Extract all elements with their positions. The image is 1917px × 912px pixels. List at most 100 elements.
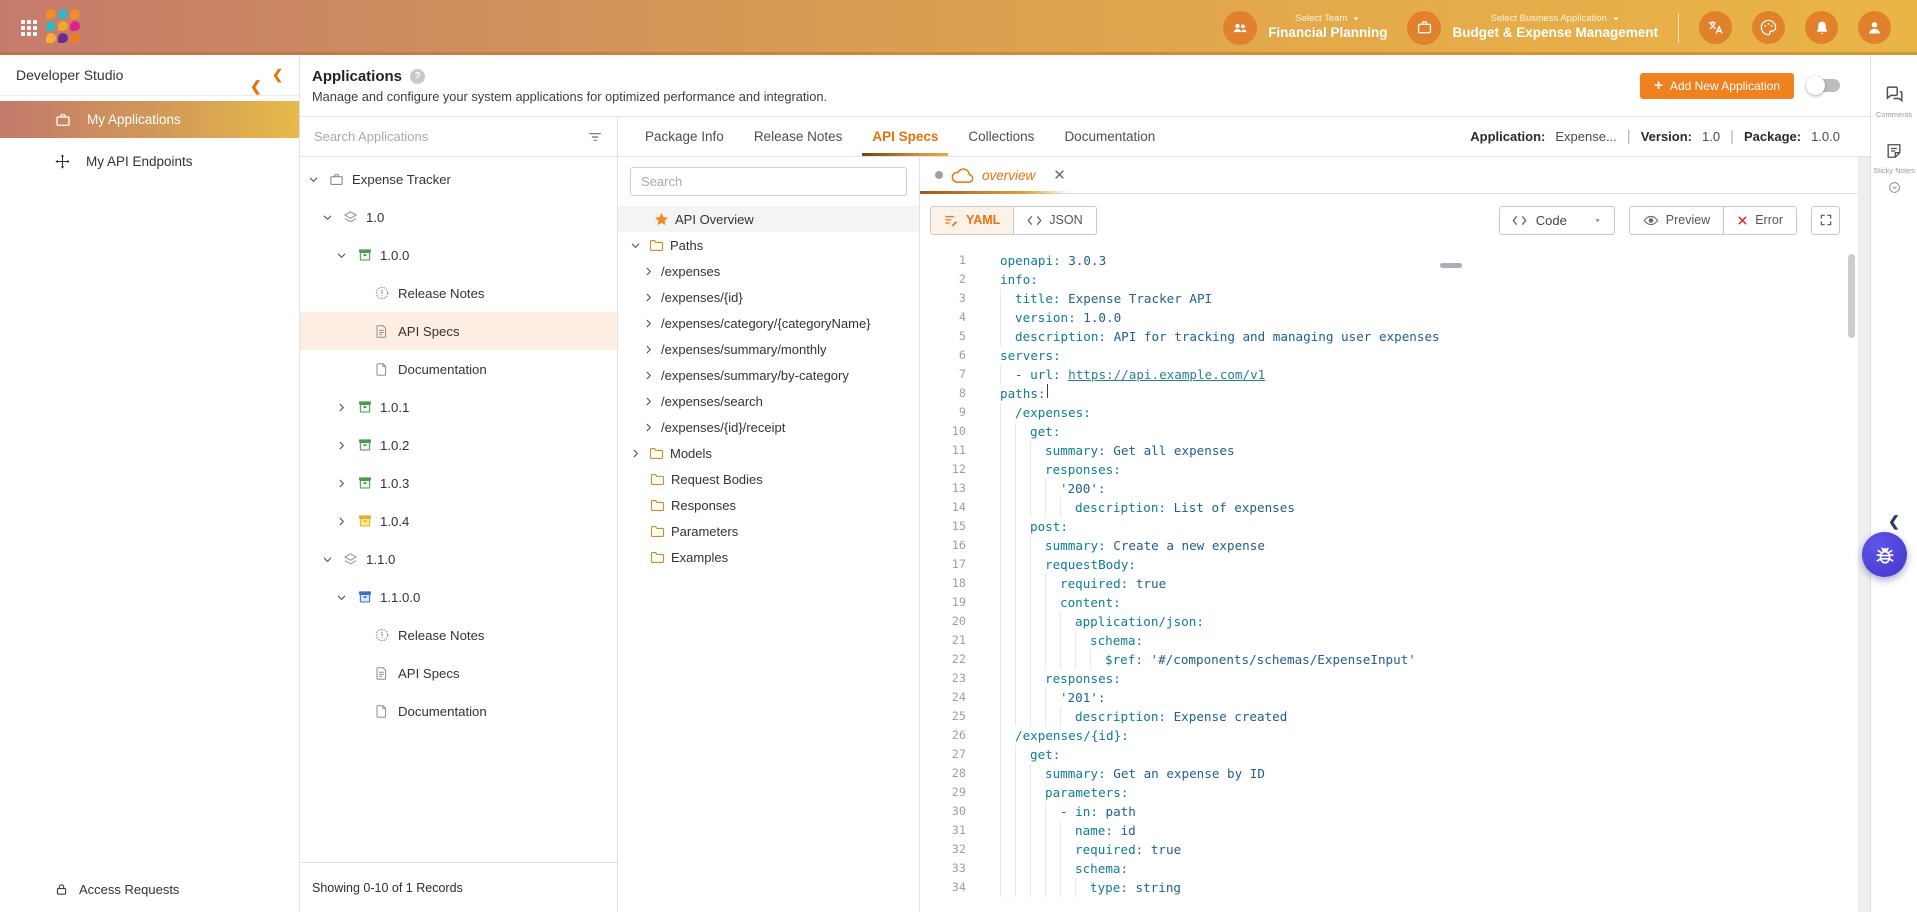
api-search-input[interactable] — [641, 174, 896, 189]
tree-item-1-1-0[interactable]: 1.1.0 — [300, 540, 617, 578]
yaml-code-area[interactable]: 1openapi: 3.0.32info:3title: Expense Tra… — [920, 246, 1858, 912]
boxgreen-icon — [356, 246, 380, 264]
api-tree-item-request-bodies[interactable]: Request Bodies — [618, 466, 919, 492]
team-selector[interactable]: Select Team Financial Planning — [1223, 11, 1387, 45]
api-tree-item-expenses-summary-by-category[interactable]: /expenses/summary/by-category — [618, 362, 919, 388]
access-requests-button[interactable]: Access Requests — [0, 866, 299, 912]
api-tree-item-models[interactable]: Models — [618, 440, 919, 466]
editor-tab-overview[interactable]: overview ✕ — [935, 166, 1066, 184]
tree-item-1-0-0[interactable]: 1.0.0 — [300, 236, 617, 274]
sidebar-item-my-api-endpoints[interactable]: My API Endpoints — [0, 143, 299, 180]
indent-guide — [1000, 536, 1015, 555]
chevron-down-icon[interactable] — [336, 250, 356, 261]
fullscreen-button[interactable] — [1811, 206, 1840, 235]
sidebar-collapse-chevron-icon[interactable]: ❮ — [272, 67, 283, 83]
api-tree-item-api-overview[interactable]: API Overview — [618, 206, 919, 232]
circle-chevron-icon[interactable] — [1888, 181, 1901, 194]
theme-button[interactable] — [1752, 11, 1785, 44]
tree-item-label: 1.0.4 — [380, 514, 409, 529]
indent-guide — [1000, 517, 1015, 536]
business-app-selector[interactable]: Select Business Application Budget & Exp… — [1407, 11, 1658, 45]
tab-package-info[interactable]: Package Info — [630, 117, 739, 156]
api-tree-item-examples[interactable]: Examples — [618, 544, 919, 570]
tree-item-label: Expense Tracker — [352, 172, 451, 187]
add-new-application-button[interactable]: + Add New Application — [1640, 73, 1794, 99]
api-tree-item-responses[interactable]: Responses — [618, 492, 919, 518]
indent-guide — [1015, 859, 1030, 878]
api-tree-item-expenses-search[interactable]: /expenses/search — [618, 388, 919, 414]
sidebar-item-label: My API Endpoints — [86, 154, 193, 169]
tab-api-specs[interactable]: API Specs — [857, 117, 953, 156]
chevron-right-icon[interactable] — [643, 318, 661, 329]
sidebar-item-my-applications[interactable]: My Applications — [0, 101, 299, 138]
sticky-notes-button[interactable]: Sticky Notes — [1873, 141, 1915, 175]
code-mode-dropdown[interactable]: Code — [1499, 206, 1615, 235]
api-tree-item-expenses-summary-monthly[interactable]: /expenses/summary/monthly — [618, 336, 919, 362]
api-tree-item-expenses-id-receipt[interactable]: /expenses/{id}/receipt — [618, 414, 919, 440]
notifications-button[interactable] — [1805, 11, 1838, 44]
app-launcher-icon[interactable] — [21, 20, 37, 36]
code-line-10: 10get: — [920, 422, 1858, 441]
tab-documentation[interactable]: Documentation — [1049, 117, 1170, 156]
tab-collections[interactable]: Collections — [953, 117, 1049, 156]
error-button[interactable]: Error — [1723, 207, 1796, 234]
tree-item-documentation[interactable]: Documentation — [300, 692, 617, 730]
rail-collapse-chevron-icon[interactable]: ❮ — [1871, 513, 1917, 530]
tree-item-1-0-4[interactable]: 1.0.4 — [300, 502, 617, 540]
chevron-down-icon[interactable] — [322, 554, 342, 565]
tree-item-api-specs[interactable]: API Specs — [300, 654, 617, 692]
tree-item-documentation[interactable]: Documentation — [300, 350, 617, 388]
indent-guide — [1000, 612, 1015, 631]
chevron-right-icon[interactable] — [336, 402, 356, 413]
profile-button[interactable] — [1858, 11, 1891, 44]
tree-item-release-notes[interactable]: Release Notes — [300, 616, 617, 654]
tree-item-1-1-0-0[interactable]: 1.1.0.0 — [300, 578, 617, 616]
tab-release-notes[interactable]: Release Notes — [739, 117, 858, 156]
chevron-right-icon[interactable] — [336, 440, 356, 451]
chevron-down-icon[interactable] — [336, 592, 356, 603]
help-icon[interactable]: ? — [410, 69, 425, 84]
json-button[interactable]: JSON — [1013, 207, 1095, 234]
tree-item-1-0-1[interactable]: 1.0.1 — [300, 388, 617, 426]
api-tree-item-parameters[interactable]: Parameters — [618, 518, 919, 544]
chevron-down-icon[interactable] — [322, 212, 342, 223]
panel-collapse-chevron-icon[interactable]: ❮ — [250, 78, 262, 95]
filter-icon[interactable] — [587, 129, 603, 145]
editor-scrollbar[interactable] — [1848, 254, 1855, 338]
close-icon[interactable]: ✕ — [1053, 166, 1066, 184]
api-tree-item-expenses[interactable]: /expenses — [618, 258, 919, 284]
preview-button[interactable]: Preview — [1630, 207, 1723, 234]
bell-icon — [1813, 19, 1831, 37]
doc-icon — [374, 362, 398, 377]
language-button[interactable] — [1699, 11, 1732, 44]
tree-item-release-notes[interactable]: Release Notes — [300, 274, 617, 312]
api-tree-item-expenses-category-categoryname[interactable]: /expenses/category/{categoryName} — [618, 310, 919, 336]
tree-item-1-0-3[interactable]: 1.0.3 — [300, 464, 617, 502]
chevron-right-icon[interactable] — [336, 516, 356, 527]
comments-button[interactable]: Comments — [1876, 83, 1912, 119]
chevron-right-icon[interactable] — [630, 448, 648, 459]
applications-search-input[interactable] — [314, 129, 587, 144]
brand-logo[interactable] — [46, 9, 84, 47]
tree-item-api-specs[interactable]: API Specs — [300, 312, 617, 350]
api-tree-item-expenses-id[interactable]: /expenses/{id} — [618, 284, 919, 310]
tree-item-expense-tracker[interactable]: Expense Tracker — [300, 160, 617, 198]
chevron-right-icon[interactable] — [643, 292, 661, 303]
chevron-down-icon[interactable] — [630, 240, 648, 251]
chevron-right-icon[interactable] — [643, 396, 661, 407]
indent-guide — [1000, 441, 1015, 460]
line-number: 32 — [920, 840, 1000, 859]
chevron-right-icon[interactable] — [643, 370, 661, 381]
indent-guide — [1060, 707, 1075, 726]
tree-item-1-0-2[interactable]: 1.0.2 — [300, 426, 617, 464]
chevron-down-icon[interactable] — [308, 174, 328, 185]
chevron-right-icon[interactable] — [336, 478, 356, 489]
chevron-right-icon[interactable] — [643, 344, 661, 355]
tree-item-1-0[interactable]: 1.0 — [300, 198, 617, 236]
chevron-right-icon[interactable] — [643, 266, 661, 277]
yaml-button[interactable]: YAML — [931, 207, 1013, 234]
api-tree-item-paths[interactable]: Paths — [618, 232, 919, 258]
chevron-right-icon[interactable] — [643, 422, 661, 433]
header-toggle[interactable] — [1808, 79, 1840, 92]
feedback-bug-button[interactable] — [1862, 532, 1907, 577]
